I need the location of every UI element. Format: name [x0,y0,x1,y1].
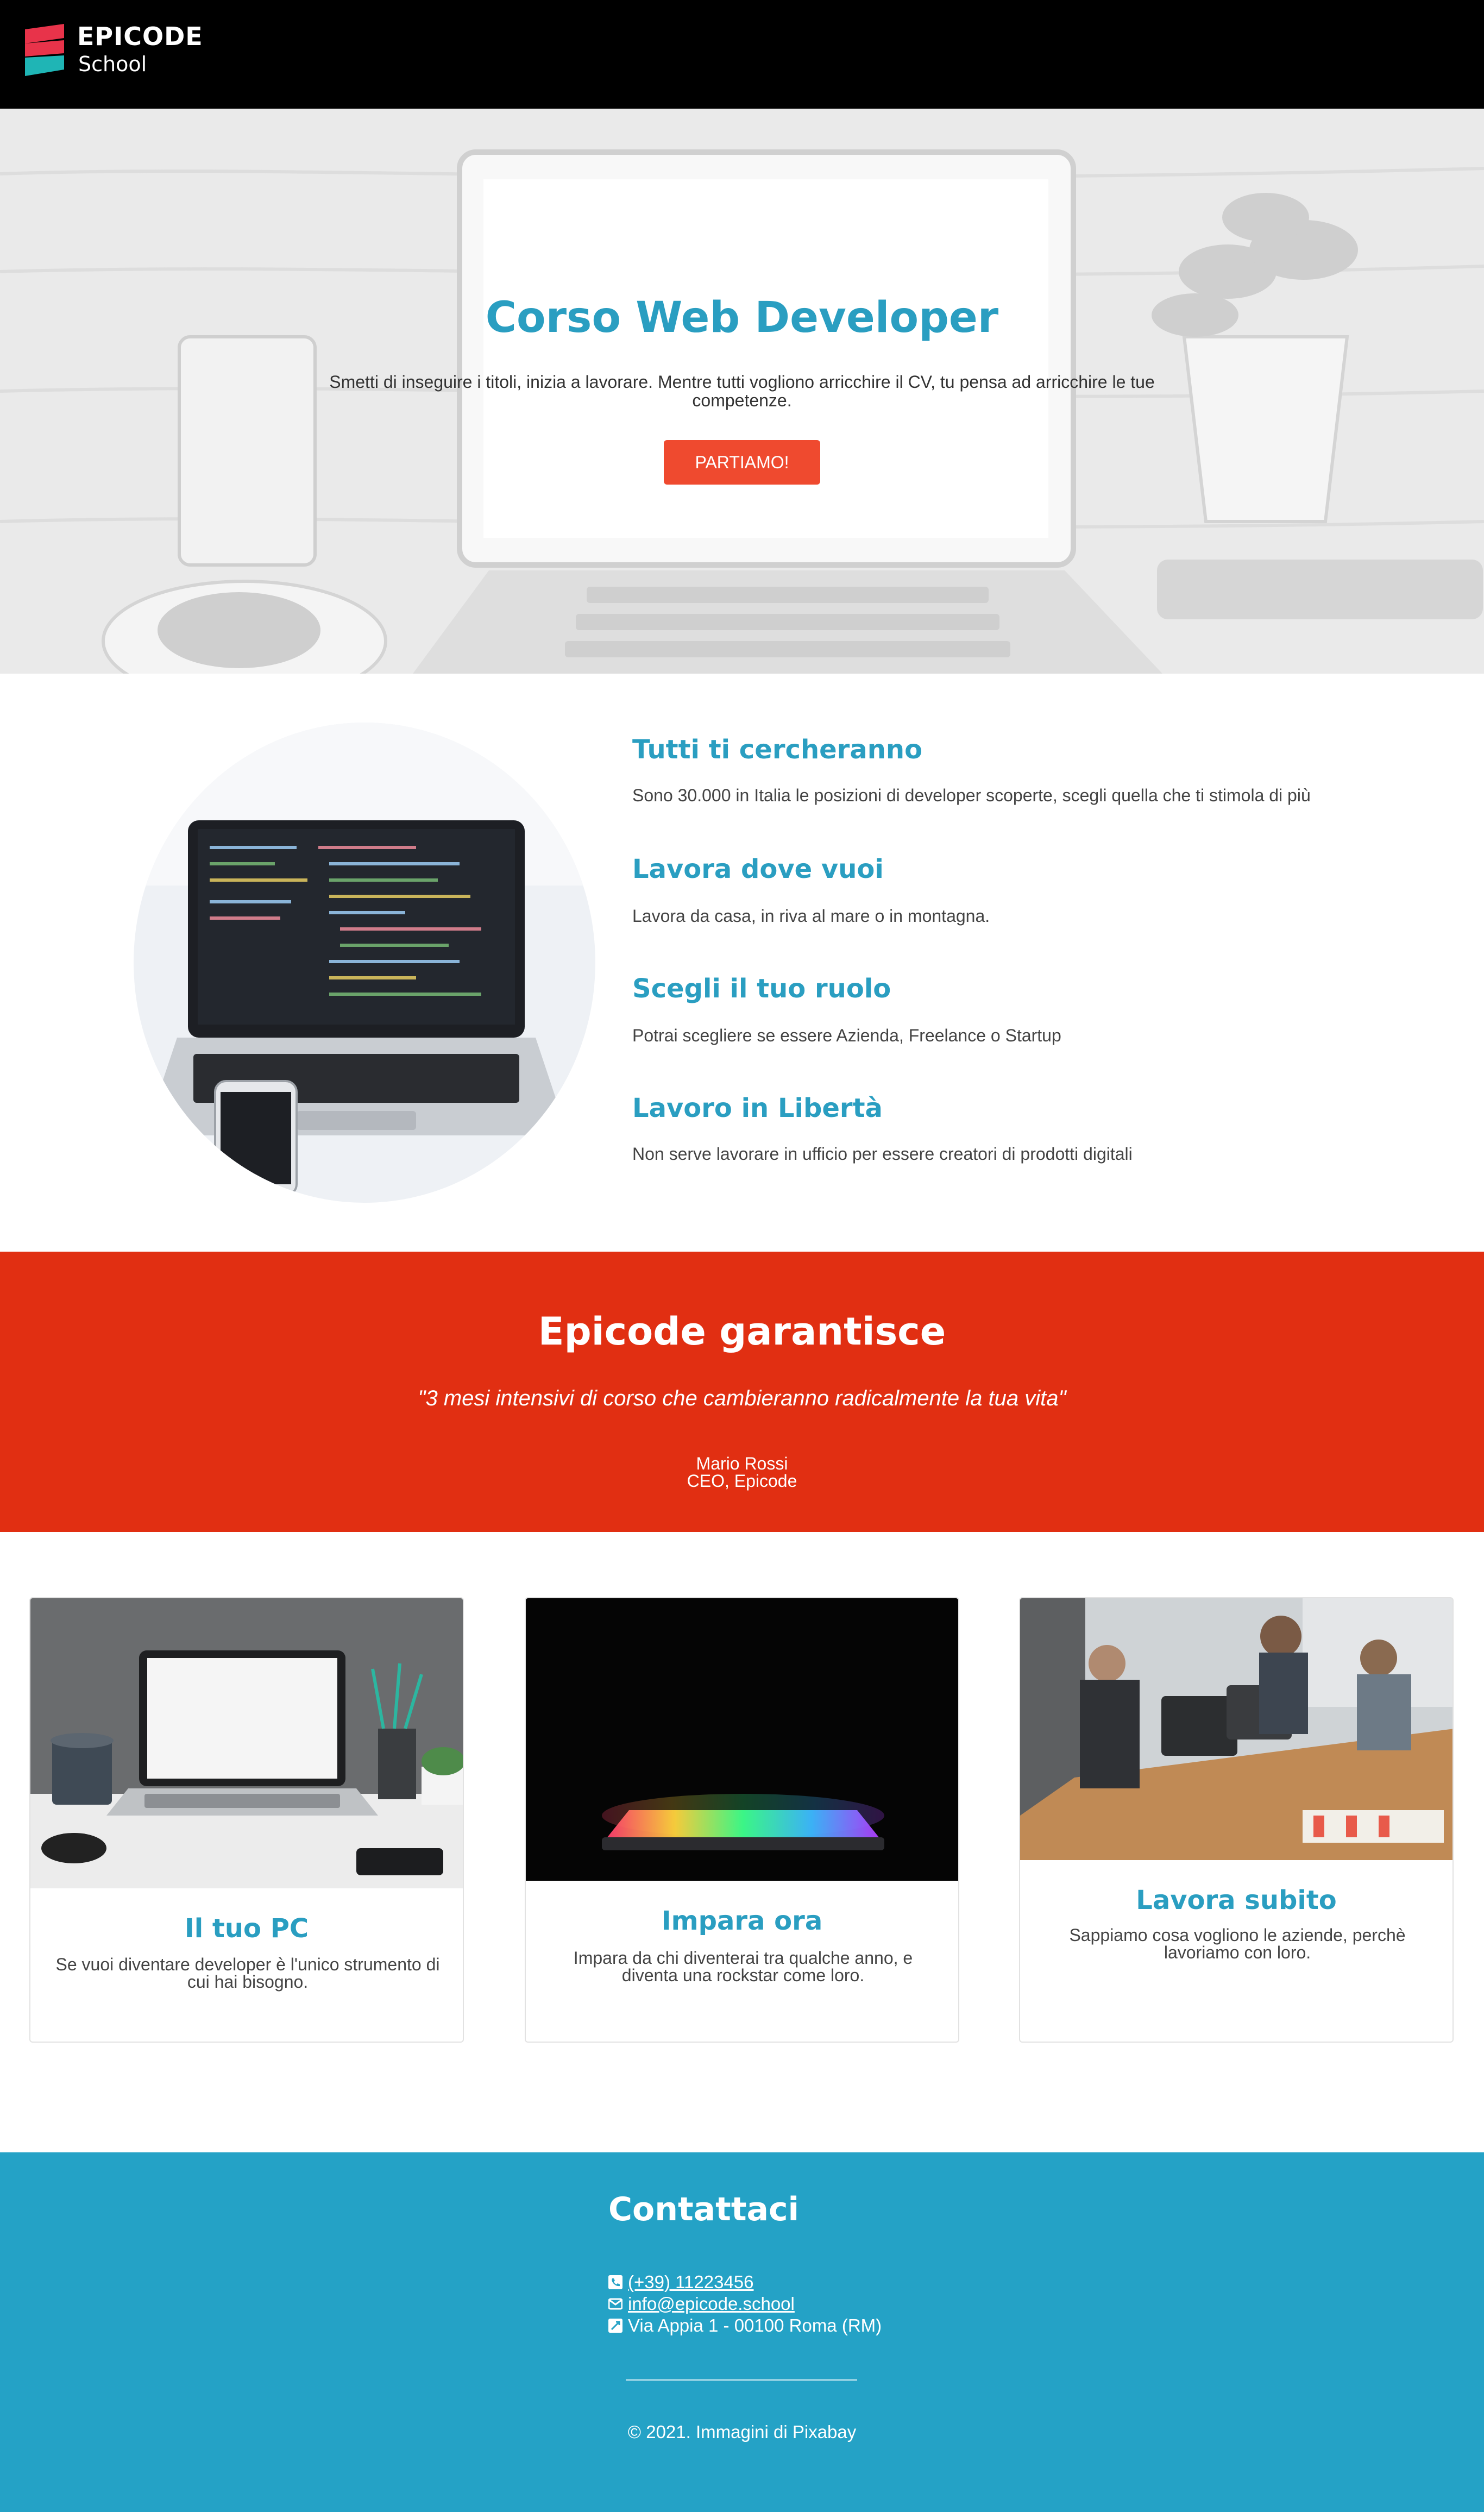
address-text: Via Appia 1 - 00100 Roma (RM) [628,2315,882,2335]
card-text: Sappiamo cosa vogliono le aziende, perch… [1069,1925,1406,1962]
feature-text-2: Lavora da casa, in riva al mare o in mon… [632,906,990,926]
envelope-icon [608,2298,622,2310]
hero-subtitle: Smetti di inseguire i titoli, inizia a l… [329,372,1155,410]
features-section: Tutti ti cercheranno Sono 30.000 in Ital… [0,674,1484,1252]
phone-icon [608,2275,622,2289]
card-text: Impara da chi diventerai tra qualche ann… [573,1948,913,1985]
feature-text-4: Non serve lavorare in ufficio per essere… [632,1144,1133,1164]
office-meeting-image [1020,1598,1452,1860]
hero-section: Corso Web Developer Smetti di inseguire … [0,109,1484,674]
card-title: Impara ora [661,1906,823,1936]
footer-title: Contattaci [608,2190,800,2228]
brand-name[interactable]: EPICODE [77,22,203,51]
epicode-logo-icon[interactable] [25,24,64,76]
card-title: Lavora subito [1136,1885,1337,1916]
footer-contacts: Contattaci (+39) 11223456 info@epicode.s… [0,2152,1484,2512]
hero-title: Corso Web Developer [485,293,999,342]
top-navbar: EPICODE School [0,0,1484,109]
guarantee-quote: "3 mesi intensivi di corso che cambieran… [418,1386,1066,1410]
copyright-text: © 2021. Immagini di Pixabay [627,2422,857,2442]
card-lavora-subito[interactable]: Lavora subito Sappiamo cosa vogliono le … [1019,1597,1454,2043]
feature-title-2: Lavora dove vuoi [632,854,884,884]
phone-link[interactable]: (+39) 11223456 [628,2272,754,2293]
laptop-code-image [134,723,595,1203]
feature-text-3: Potrai scegliere se essere Azienda, Free… [632,1026,1061,1045]
feature-text-1: Sono 30.000 in Italia le posizioni di de… [632,786,1311,805]
guarantee-section: Epicode garantisce "3 mesi intensivi di … [0,1252,1484,1532]
map-marker-icon [608,2319,622,2333]
card-il-tuo-pc[interactable]: Il tuo PC Se vuoi diventare developer è … [29,1597,464,2043]
feature-title-3: Scegli il tuo ruolo [632,974,891,1004]
guarantee-title: Epicode garantisce [538,1309,946,1354]
footer-address-row: Via Appia 1 - 00100 Roma (RM) [608,2315,882,2336]
email-link[interactable]: info@epicode.school [628,2294,795,2314]
footer-email-row: info@epicode.school [608,2294,795,2314]
feature-title-4: Lavoro in Libertà [632,1093,883,1123]
desk-laptop-image [30,1598,463,1888]
partiamo-button[interactable]: PARTIAMO! [664,440,820,485]
footer-divider [626,2379,857,2381]
card-text: Se vuoi diventare developer è l'unico st… [55,1955,440,1992]
card-impara-ora[interactable]: Impara ora Impara da chi diventerai tra … [525,1597,959,2043]
quote-author-role: CEO, Epicode [687,1471,797,1491]
rgb-keyboard-laptop-image [526,1598,958,1881]
card-title: Il tuo PC [184,1913,309,1944]
brand-subtitle: School [78,52,147,76]
footer-phone-row: (+39) 11223456 [608,2272,754,2293]
feature-title-1: Tutti ti cercheranno [632,734,923,765]
